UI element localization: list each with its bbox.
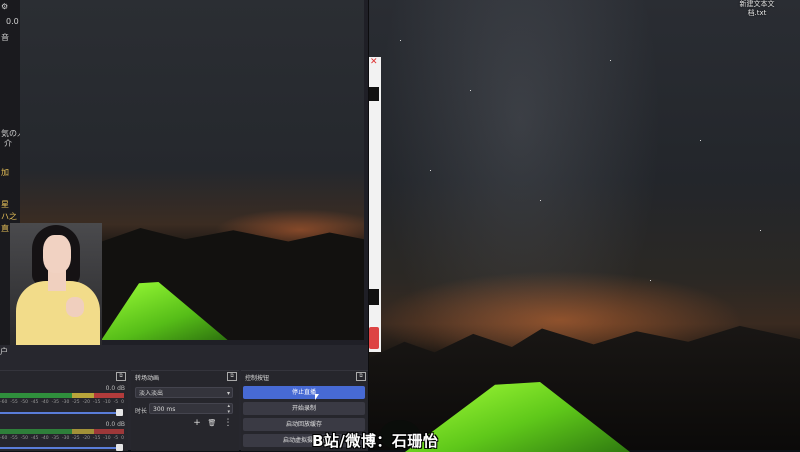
- more-options-icon[interactable]: ⋮: [223, 418, 233, 428]
- transition-type-value: 淡入淡出: [139, 390, 164, 397]
- volume-meter: [0, 429, 124, 434]
- volume-meter: [0, 393, 124, 398]
- undock-icon[interactable]: ⧉: [116, 372, 126, 381]
- star: [400, 40, 401, 41]
- star: [610, 60, 611, 61]
- star: [430, 170, 431, 171]
- track-db-value: 0.0 dB: [105, 421, 125, 428]
- duration-label: 时长: [135, 408, 148, 415]
- mouse-cursor-icon: [315, 394, 319, 400]
- star: [470, 90, 471, 91]
- desktop-file-name: 新建文本文: [739, 0, 775, 8]
- dialog-red-button[interactable]: [369, 327, 379, 349]
- left-dock-item: 介: [4, 139, 12, 148]
- webcam-face: [43, 235, 71, 273]
- controls-title: 控制按钮: [245, 375, 270, 382]
- dialog-dark-block: [369, 87, 379, 101]
- duration-value: 300 ms: [153, 406, 176, 413]
- webcam-hand: [66, 297, 84, 317]
- duration-stepper[interactable]: 300 ms ▴ ▾: [149, 403, 233, 415]
- left-dock-item: 户: [0, 347, 8, 356]
- start-recording-button[interactable]: 开始录制: [243, 402, 365, 415]
- volume-slider[interactable]: [0, 412, 118, 414]
- left-dock-item: 音: [1, 33, 9, 42]
- stepper-arrows-icon[interactable]: ▴ ▾: [227, 403, 230, 415]
- track-db-value: 0.0 dB: [105, 385, 125, 392]
- volume-slider[interactable]: [0, 447, 118, 449]
- transitions-title: 转场动画: [135, 375, 160, 382]
- star: [540, 200, 541, 201]
- delete-icon[interactable]: 🗑: [207, 418, 217, 428]
- star: [650, 280, 651, 281]
- left-dock-item: ハ之: [1, 212, 17, 221]
- streamer-watermark: B站/微博：石珊怡: [312, 432, 439, 450]
- star: [700, 140, 701, 141]
- undock-icon[interactable]: ⧉: [356, 372, 366, 381]
- scene-transitions-panel: 转场动画 ⧉ 淡入淡出 ▾ 时长 300 ms ▴ ▾ + 🗑 ⋮: [131, 370, 239, 451]
- audio-mixer-panel: ⧉ 0.0 dB -60 -55 -50 -45 -40 -35 -30 -25 -20 -15-…: [0, 370, 128, 451]
- dialog-dark-block: [369, 289, 379, 305]
- stop-streaming-button[interactable]: 停止直播: [243, 386, 365, 399]
- obs-window: ⚙ 0.0 音 気の人 介 加 星 ハ之 直 户 ⧉ 0.0 dB -60-55…: [0, 0, 369, 451]
- meter-ticks: -60 -55 -50 -45 -40 -35 -30 -25 -20 -15 -10 -5 0: [0, 436, 124, 441]
- left-dock-item: 直: [1, 224, 9, 233]
- undock-icon[interactable]: ⧉: [227, 372, 237, 381]
- left-dock-item: 0.0: [6, 17, 19, 26]
- transition-type-select[interactable]: 淡入淡出 ▾: [135, 387, 233, 398]
- close-icon[interactable]: ✕: [370, 58, 378, 67]
- left-dock-item: 星: [1, 200, 9, 209]
- meter-ticks: -60 -55 -50 -45 -40 -35 -30 -25 -20 -15 -10 -5 0: [0, 400, 124, 405]
- star: [760, 230, 761, 231]
- background-dialog[interactable]: ✕: [368, 57, 381, 352]
- desktop-file-ext: 档.txt: [747, 9, 767, 17]
- volume-slider-handle[interactable]: [116, 409, 123, 416]
- left-dock-item[interactable]: 加: [1, 167, 9, 178]
- webcam-source[interactable]: [10, 223, 102, 345]
- desktop-file-icon[interactable]: 新建文本文 档.txt: [722, 0, 792, 18]
- left-dock-icon: ⚙: [1, 2, 9, 11]
- add-transition-button[interactable]: +: [192, 418, 202, 428]
- chevron-down-icon: ▾: [226, 390, 230, 397]
